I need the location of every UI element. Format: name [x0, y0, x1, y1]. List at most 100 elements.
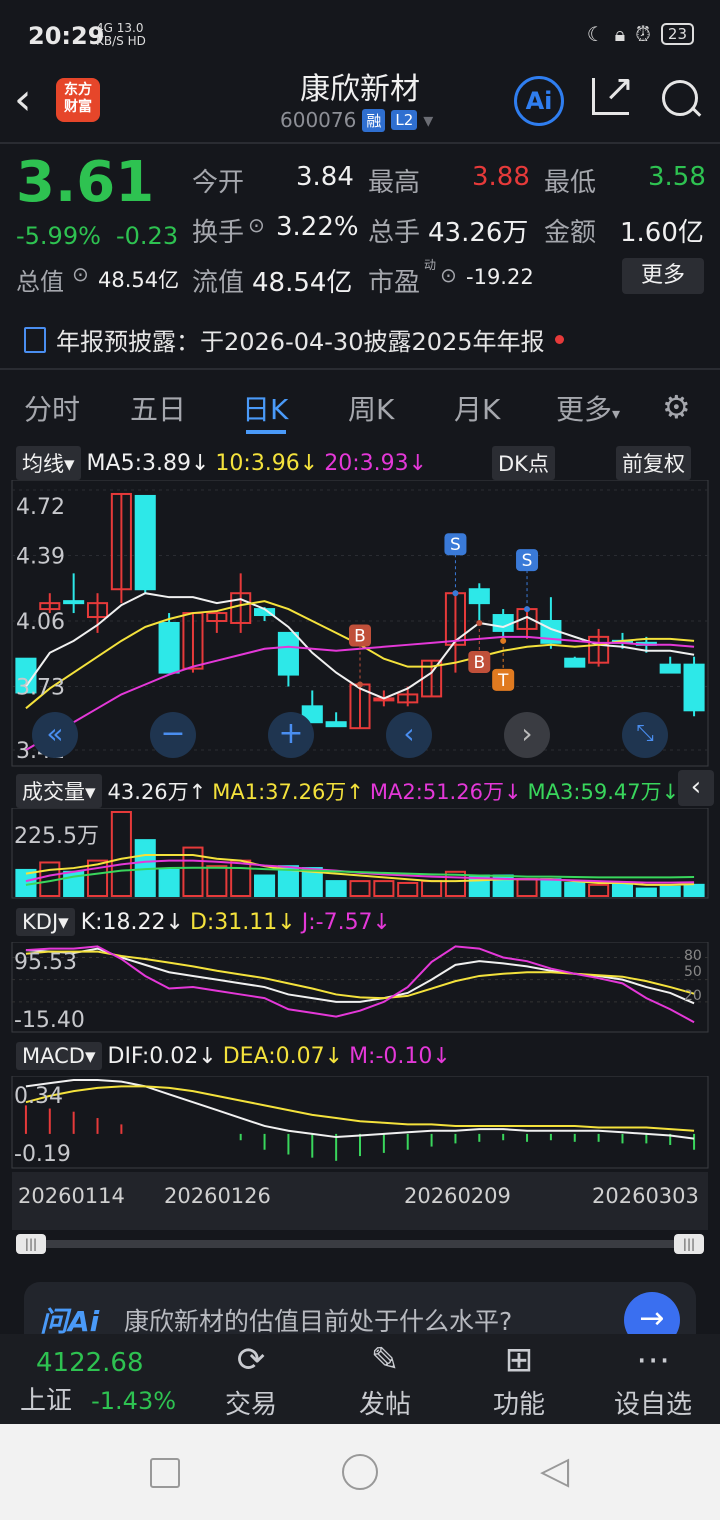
scroll-right-icon[interactable]: › — [504, 712, 550, 758]
lock-icon: 🔒︎ — [614, 22, 626, 46]
kline-axis-label: 3.73 — [16, 675, 65, 700]
kline-chart[interactable]: 4.724.394.063.733.41 SSBBT — [0, 480, 720, 770]
kdj-legend: KDJ▾ K:18.22↓ D:31.11↓ J:-7.57↓ — [16, 908, 391, 936]
ma-selector[interactable]: 均线▾ — [16, 446, 81, 480]
notice-text: 年报预披露：于2026-04-30披露2025年年报 — [56, 328, 545, 356]
candle-body[interactable] — [277, 631, 299, 676]
range-handle-left[interactable]: ||| — [16, 1234, 46, 1254]
index-ticker[interactable]: 4122.68 上证 -1.43% — [20, 1348, 190, 1417]
range-handle-right[interactable]: ||| — [674, 1234, 704, 1254]
battery-icon: 23 — [660, 23, 694, 45]
candle-body[interactable] — [683, 663, 705, 712]
change-value: -0.23 — [116, 222, 179, 250]
turnover-label: 换手 — [192, 218, 245, 248]
marker-dot — [357, 681, 363, 688]
more-button[interactable]: 更多 — [622, 258, 704, 294]
kdj-j: J:-7.57↓ — [301, 909, 391, 935]
tab-more[interactable]: 更多▾ — [556, 388, 620, 428]
scroll-left-icon[interactable]: ‹ — [386, 712, 432, 758]
volume-bar[interactable] — [110, 811, 132, 897]
kdj-k: K:18.22↓ — [80, 909, 184, 935]
volume-bar[interactable] — [230, 859, 252, 897]
candle-body[interactable] — [468, 588, 490, 605]
ai-button[interactable]: Ai — [514, 76, 564, 126]
candle-body[interactable] — [492, 614, 514, 632]
volume-bar[interactable] — [516, 878, 538, 897]
volume-label: 总手 — [368, 218, 421, 248]
kline-legend: 均线▾ MA5:3.89↓ 10:3.96↓ 20:3.93↓ — [16, 446, 427, 480]
ask-ai-question[interactable]: 康欣新材的估值目前处于什么水平? — [124, 1302, 512, 1338]
volume-bar[interactable] — [349, 880, 371, 897]
volume-bar[interactable] — [206, 865, 228, 898]
zoom-out-icon[interactable]: − — [150, 712, 196, 758]
kline-axis-label: 4.72 — [16, 495, 65, 520]
collapse-icon[interactable]: ‹ — [678, 770, 714, 806]
info-icon[interactable]: ⊙ — [248, 213, 265, 237]
macd-dif: DIF:0.02↓ — [107, 1043, 217, 1069]
kline-axis-label: 4.39 — [16, 544, 65, 569]
divider — [0, 142, 720, 144]
volume-bar[interactable] — [540, 878, 562, 897]
tab-intraday[interactable]: 分时 — [24, 388, 80, 428]
tab-weekly-k[interactable]: 周K — [348, 388, 394, 428]
dk-point-button[interactable]: DK点 — [492, 446, 555, 480]
volume-bar[interactable] — [373, 880, 395, 897]
volume-bar[interactable] — [158, 868, 180, 897]
volume-bar[interactable] — [611, 881, 634, 897]
gear-icon[interactable]: ⚙ — [662, 388, 691, 426]
candle-body[interactable] — [158, 621, 180, 674]
stock-code: 600076 — [280, 108, 357, 132]
macd-chart[interactable] — [0, 1076, 720, 1170]
candle-body[interactable] — [63, 600, 85, 605]
home-icon[interactable] — [342, 1454, 378, 1490]
volume-bar[interactable] — [254, 874, 276, 897]
nav-post[interactable]: ✎ 发帖 — [330, 1334, 440, 1421]
volume-bar[interactable] — [683, 883, 705, 898]
tab-five-day[interactable]: 五日 — [130, 388, 186, 428]
tab-monthly-k[interactable]: 月K — [454, 388, 500, 428]
recent-apps-icon[interactable] — [150, 1458, 180, 1488]
fullscreen-icon[interactable]: ⤡ — [622, 712, 668, 758]
macd-selector[interactable]: MACD▾ — [16, 1042, 102, 1070]
volume-bar[interactable] — [659, 885, 681, 898]
annual-report-notice[interactable]: 年报预披露：于2026-04-30披露2025年年报 — [24, 322, 564, 357]
period-tabs: 分时 五日 日K 周K 月K 更多▾ ⚙ — [0, 370, 720, 440]
active-tab-indicator — [246, 430, 286, 434]
candle-body[interactable] — [134, 494, 156, 591]
marker-label: T — [497, 671, 509, 691]
pe-value: -19.22 — [466, 265, 534, 289]
volume-bar[interactable] — [588, 883, 610, 898]
kdj-selector[interactable]: KDJ▾ — [16, 908, 75, 936]
volume-bar[interactable] — [635, 887, 657, 897]
date-label: 20260303 — [592, 1184, 699, 1208]
mktcap-label: 总值 — [16, 268, 64, 296]
back-triangle-icon[interactable]: ◁ — [540, 1448, 569, 1492]
volume-max-label: 225.5万 — [14, 824, 99, 849]
open-value: 3.84 — [296, 162, 354, 192]
volume-bar[interactable] — [325, 880, 347, 897]
volume-bar[interactable] — [421, 880, 443, 897]
volume-chart[interactable] — [0, 808, 720, 900]
volume-bar[interactable] — [564, 881, 586, 897]
nav-watchlist[interactable]: ⋯ 设自选 — [598, 1334, 708, 1421]
nav-trade[interactable]: ⟳ 交易 — [196, 1334, 306, 1421]
volume-selector[interactable]: 成交量▾ — [16, 774, 102, 808]
candle-body[interactable] — [564, 657, 586, 668]
caret-down-icon: ▾ — [612, 404, 621, 423]
candle-body[interactable] — [659, 663, 681, 674]
scroll-left-fast-icon[interactable]: « — [32, 712, 78, 758]
info-icon[interactable]: ⊙ — [72, 262, 89, 286]
volume-bar[interactable] — [397, 881, 419, 897]
status-icons: ☾ 🔒︎ ⏰︎ 23 — [587, 22, 694, 46]
candle-body[interactable] — [325, 721, 347, 728]
adjust-button[interactable]: 前复权 — [616, 446, 691, 480]
kline-axis-label: 4.06 — [16, 610, 65, 635]
nav-functions[interactable]: ⊞ 功能 — [464, 1334, 574, 1421]
macd-dif-line — [25, 1079, 695, 1140]
info-icon[interactable]: ⊙ — [440, 263, 457, 287]
zoom-in-icon[interactable]: + — [268, 712, 314, 758]
system-nav: ◁ — [0, 1424, 720, 1520]
kdj-chart[interactable] — [0, 942, 720, 1034]
stock-code-row[interactable]: 600076 融 L2 ▾ — [280, 108, 433, 132]
tab-daily-k[interactable]: 日K — [242, 388, 288, 428]
